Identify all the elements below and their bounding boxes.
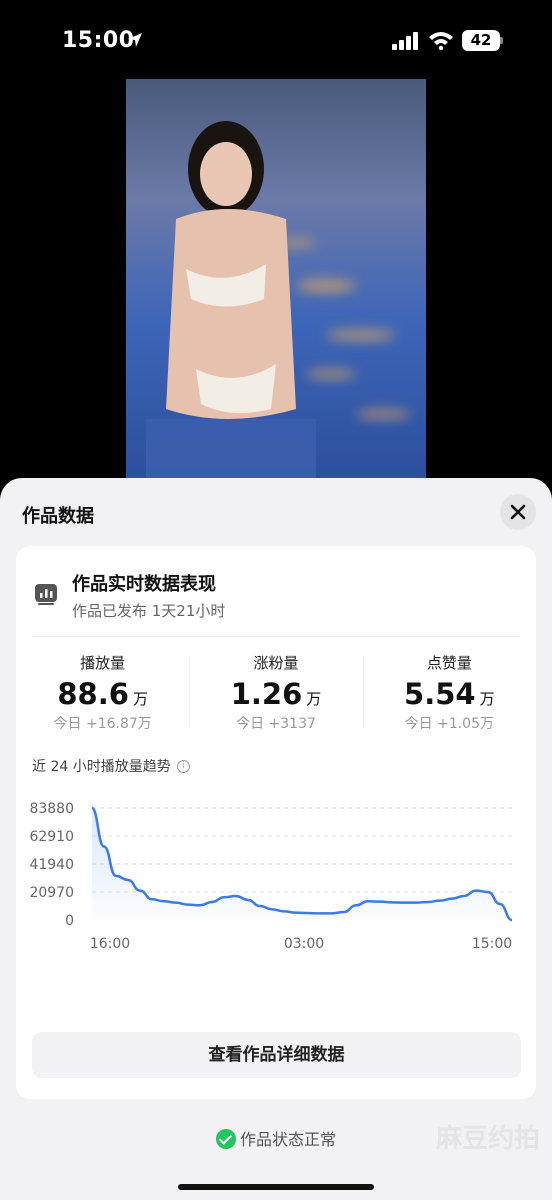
x-tick-label: 16:00 — [90, 936, 130, 952]
card-title: 作品实时数据表现 — [72, 574, 216, 595]
metric-today: 今日 +16.87万 — [53, 716, 152, 732]
close-button[interactable] — [500, 494, 536, 530]
metric-unit: 万 — [479, 690, 495, 708]
y-tick-label: 20970 — [29, 885, 74, 901]
wifi-icon — [429, 32, 453, 50]
watermark: 麻豆约拍 — [435, 1124, 540, 1154]
battery-indicator: 42 — [462, 30, 500, 51]
metric-today: 今日 +1.05万 — [404, 716, 494, 732]
status-bar: 15:00 42 — [0, 0, 552, 80]
metrics-row: 播放量 88.6 万 今日 +16.87万 涨粉量 1.26 万 今日 +3137 … — [16, 652, 536, 738]
home-indicator[interactable] — [178, 1184, 374, 1190]
work-data-sheet: 作品数据 作品实时数据表现 作品已发布 1天21小时 播放量 88.6 万 今日 … — [0, 478, 552, 1200]
close-icon — [510, 504, 526, 520]
y-tick-label: 62910 — [29, 829, 74, 845]
chart-title-row: 近 24 小时播放量趋势 i — [32, 756, 190, 776]
cellular-signal-icon — [392, 32, 418, 50]
metric-value: 1.26 — [230, 677, 303, 711]
view-detail-button[interactable]: 查看作品详细数据 — [32, 1032, 521, 1078]
y-tick-label: 41940 — [29, 857, 74, 873]
metric-value: 88.6 — [57, 677, 129, 711]
battery-tip — [500, 37, 503, 44]
video-preview[interactable] — [126, 79, 426, 479]
x-tick-label: 03:00 — [284, 936, 324, 952]
video-thumbnail-figure — [146, 121, 316, 479]
metric-unit: 万 — [132, 690, 148, 708]
metric-followers[interactable]: 涨粉量 1.26 万 今日 +3137 — [189, 652, 362, 738]
work-status-text: 作品状态正常 — [239, 1130, 336, 1149]
metric-unit: 万 — [306, 690, 322, 708]
play-trend-chart: 83880 62910 41940 20970 0 16:00 03:00 15:00 — [29, 801, 513, 952]
realtime-data-card: 作品实时数据表现 作品已发布 1天21小时 播放量 88.6 万 今日 +16.8… — [16, 546, 536, 1099]
metric-plays[interactable]: 播放量 88.6 万 今日 +16.87万 — [16, 652, 189, 738]
publish-time: 作品已发布 1天21小时 — [72, 602, 226, 620]
location-arrow-icon — [128, 33, 142, 47]
info-icon[interactable]: i — [176, 759, 190, 773]
metric-today: 今日 +3137 — [236, 716, 316, 732]
metric-likes[interactable]: 点赞量 5.54 万 今日 +1.05万 — [362, 652, 536, 738]
y-tick-label: 0 — [65, 913, 74, 929]
metric-value: 5.54 — [404, 677, 476, 711]
check-circle-icon — [215, 1129, 236, 1149]
chart-title: 近 24 小时播放量趋势 — [32, 759, 171, 775]
status-time: 15:00 — [62, 28, 135, 53]
bar-chart-icon — [35, 584, 57, 605]
metric-label: 播放量 — [80, 654, 126, 672]
sheet-title: 作品数据 — [22, 506, 94, 527]
divider — [32, 636, 520, 637]
metric-label: 点赞量 — [426, 654, 472, 672]
metric-label: 涨粉量 — [253, 654, 299, 672]
x-tick-label: 15:00 — [472, 936, 512, 952]
y-tick-label: 83880 — [29, 801, 74, 817]
